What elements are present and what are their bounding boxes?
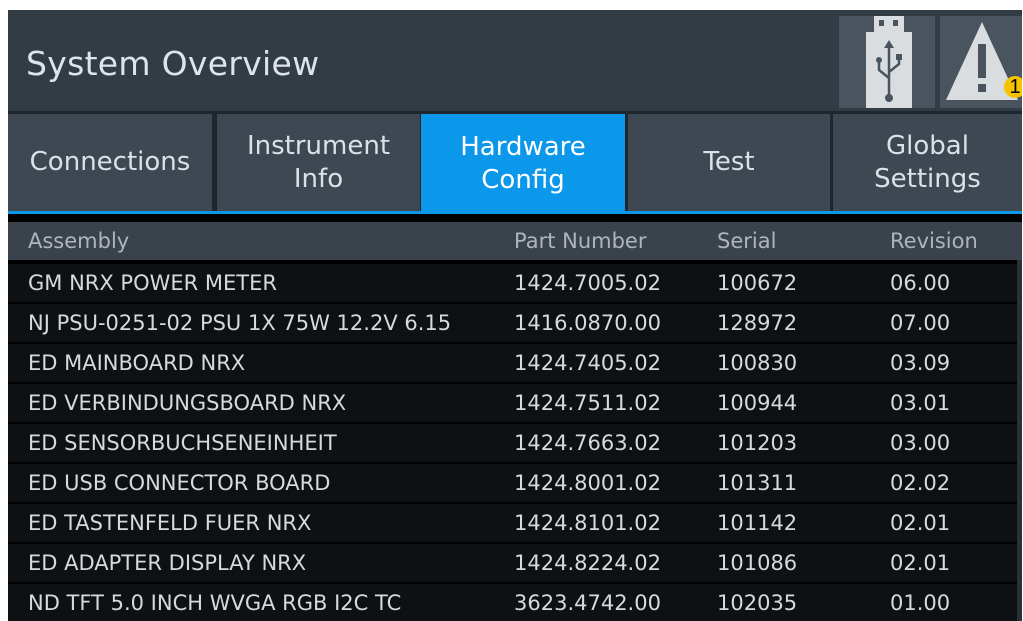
tab-label: Global xyxy=(886,130,969,161)
serial-cell: 100830 xyxy=(717,351,798,375)
table-row[interactable]: ED VERBINDUNGSBOARD NRX 1424.7511.02 100… xyxy=(8,384,1022,422)
column-header-assembly: Assembly xyxy=(28,229,130,253)
tab-label: Config xyxy=(481,165,565,195)
serial-cell: 100672 xyxy=(717,271,798,295)
serial-cell: 101311 xyxy=(717,471,798,495)
serial-cell: 101086 xyxy=(717,551,798,575)
serial-cell: 101142 xyxy=(717,511,798,535)
assembly-cell: ED MAINBOARD NRX xyxy=(28,351,246,375)
serial-cell: 100944 xyxy=(717,391,798,415)
tab-label: Info xyxy=(293,163,344,194)
revision-cell: 03.00 xyxy=(890,431,951,455)
serial-cell: 101203 xyxy=(717,431,798,455)
revision-cell: 03.09 xyxy=(890,351,951,375)
part-number-cell: 1424.8101.02 xyxy=(514,511,661,535)
assembly-cell: ED VERBINDUNGSBOARD NRX xyxy=(28,391,347,415)
revision-cell: 06.00 xyxy=(890,271,951,295)
column-header-serial: Serial xyxy=(717,229,777,253)
warning-button[interactable]: 1 xyxy=(940,16,1022,108)
tab-label: Settings xyxy=(874,163,981,194)
tab-label: Instrument xyxy=(246,130,391,161)
table-row[interactable]: ED ADAPTER DISPLAY NRX 1424.8224.02 1010… xyxy=(8,544,1022,582)
column-header-part-number: Part Number xyxy=(514,229,647,253)
revision-cell: 02.01 xyxy=(890,551,951,575)
usb-icon xyxy=(866,16,912,108)
hardware-table: Assembly Part Number Serial Revision GM … xyxy=(8,214,1022,621)
revision-cell: 07.00 xyxy=(890,311,951,335)
revision-cell: 02.02 xyxy=(890,471,951,495)
part-number-cell: 1424.8001.02 xyxy=(514,471,661,495)
assembly-cell: NJ PSU-0251-02 PSU 1X 75W 12.2V 6.15 xyxy=(28,311,452,335)
part-number-cell: 1424.8224.02 xyxy=(514,551,661,575)
part-number-cell: 1424.7405.02 xyxy=(514,351,661,375)
assembly-cell: ND TFT 5.0 INCH WVGA RGB I2C TC xyxy=(28,591,402,615)
column-header-revision: Revision xyxy=(890,229,978,253)
revision-cell: 02.01 xyxy=(890,511,951,535)
app-window: System Overview 1 Connections Instrument… xyxy=(8,10,1022,621)
tab-label: Connections xyxy=(29,147,191,177)
part-number-cell: 1424.7005.02 xyxy=(514,271,661,295)
revision-cell: 01.00 xyxy=(890,591,951,615)
serial-cell: 102035 xyxy=(717,591,798,615)
serial-cell: 128972 xyxy=(717,311,798,335)
table-header: Assembly Part Number Serial Revision xyxy=(8,222,1022,260)
page-title: System Overview xyxy=(26,44,320,83)
revision-cell: 03.01 xyxy=(890,391,951,415)
table-row[interactable]: ED USB CONNECTOR BOARD 1424.8001.02 1013… xyxy=(8,464,1022,502)
assembly-cell: GM NRX POWER METER xyxy=(28,271,277,295)
table-row[interactable]: GM NRX POWER METER 1424.7005.02 100672 0… xyxy=(8,264,1022,302)
tab-hardware-config[interactable]: Hardware Config xyxy=(421,114,625,214)
table-row[interactable]: ED TASTENFELD FUER NRX 1424.8101.02 1011… xyxy=(8,504,1022,542)
part-number-cell: 3623.4742.00 xyxy=(514,591,661,615)
assembly-cell: ED ADAPTER DISPLAY NRX xyxy=(28,551,307,575)
tab-instrument-info[interactable]: Instrument Info xyxy=(217,114,420,211)
table-row[interactable]: ED SENSORBUCHSENEINHEIT 1424.7663.02 101… xyxy=(8,424,1022,462)
tab-connections[interactable]: Connections xyxy=(8,114,212,211)
assembly-cell: ED SENSORBUCHSENEINHEIT xyxy=(28,431,337,455)
usb-button[interactable] xyxy=(839,16,935,108)
header-bar: System Overview 1 xyxy=(8,10,1022,111)
tab-bar: Connections Instrument Info Hardware Con… xyxy=(8,111,1022,214)
part-number-cell: 1416.0870.00 xyxy=(514,311,661,335)
table-row[interactable]: ND TFT 5.0 INCH WVGA RGB I2C TC 3623.474… xyxy=(8,584,1022,621)
part-number-cell: 1424.7663.02 xyxy=(514,431,661,455)
tab-global-settings[interactable]: Global Settings xyxy=(833,114,1022,211)
table-row[interactable]: NJ PSU-0251-02 PSU 1X 75W 12.2V 6.15 141… xyxy=(8,304,1022,342)
assembly-cell: ED TASTENFELD FUER NRX xyxy=(28,511,312,535)
table-row[interactable]: ED MAINBOARD NRX 1424.7405.02 100830 03.… xyxy=(8,344,1022,382)
part-number-cell: 1424.7511.02 xyxy=(514,391,661,415)
table-scrollbar[interactable] xyxy=(1017,260,1022,621)
tab-label: Test xyxy=(703,147,755,177)
tab-test[interactable]: Test xyxy=(628,114,830,211)
warning-count-badge: 1 xyxy=(1004,76,1022,98)
assembly-cell: ED USB CONNECTOR BOARD xyxy=(28,471,331,495)
tab-label: Hardware xyxy=(460,132,586,162)
